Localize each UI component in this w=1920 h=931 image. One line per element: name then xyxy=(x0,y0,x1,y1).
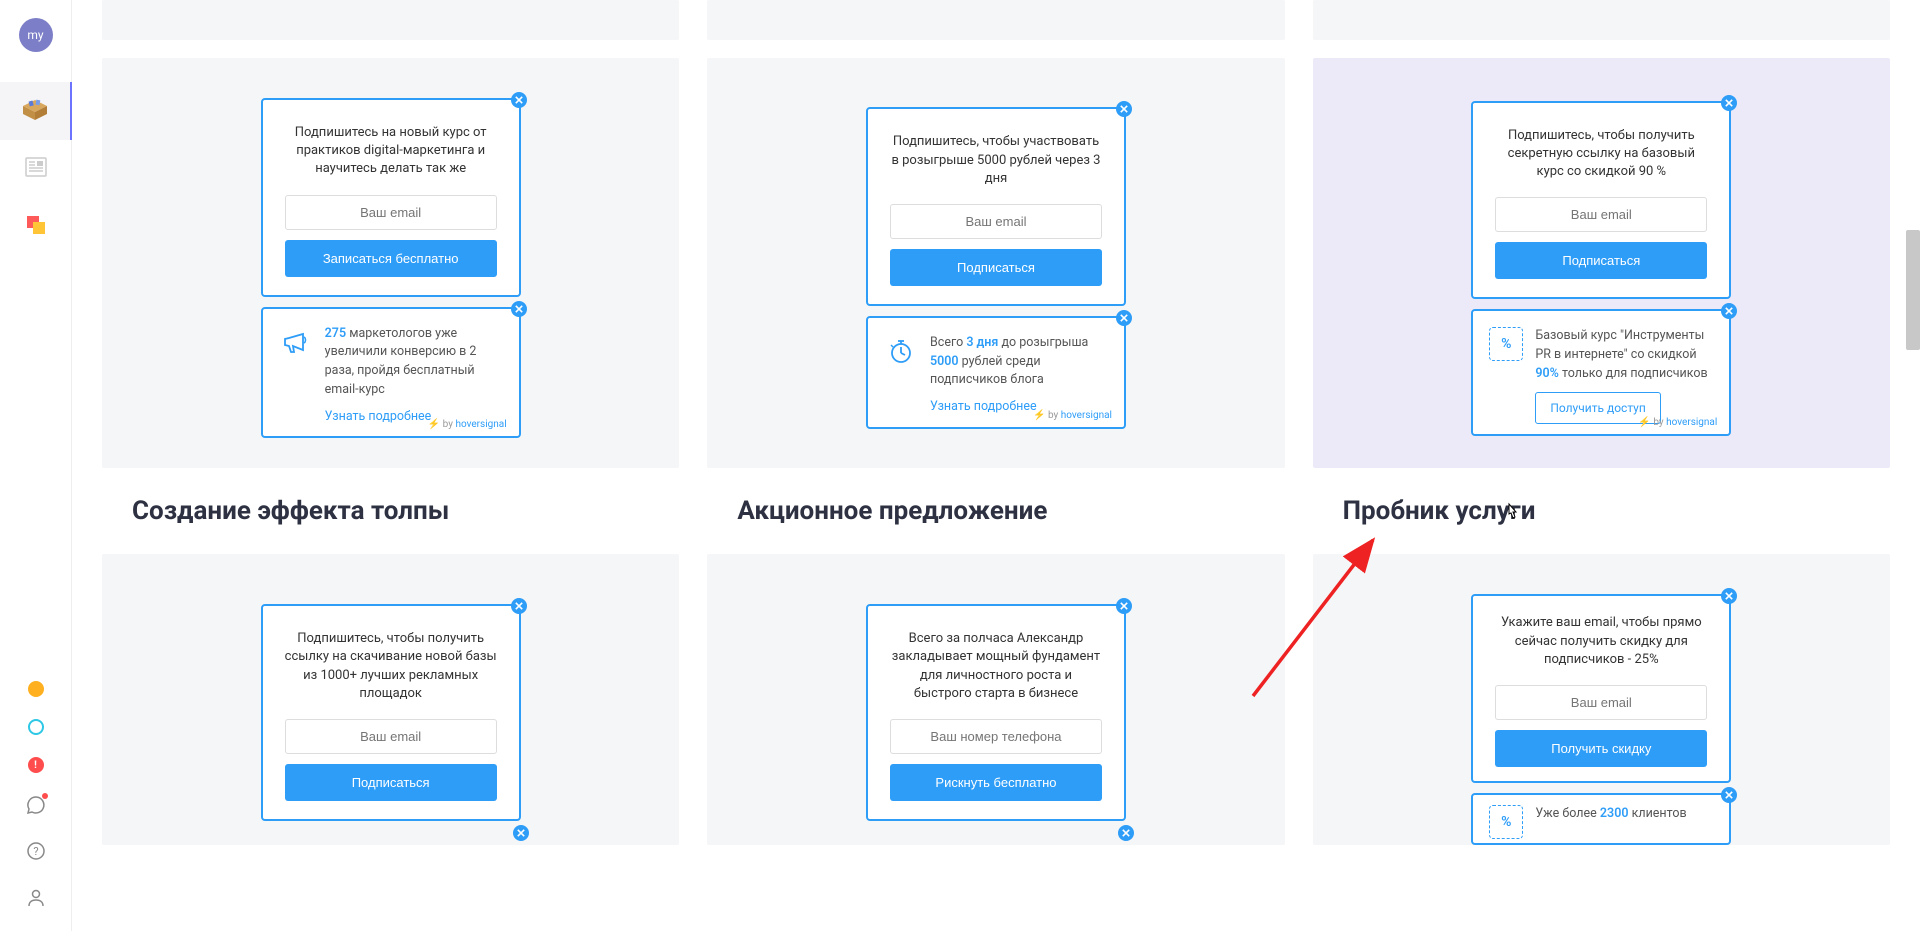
cta-button[interactable]: Получить скидку xyxy=(1495,730,1707,767)
chat-icon[interactable] xyxy=(26,795,46,819)
title-promo: Акционное предложение xyxy=(707,496,1284,526)
notif-body: 275 маркетологов уже увеличили конверсию… xyxy=(325,325,503,427)
example-row2-mid: Всего за полчаса Александр закладывает м… xyxy=(707,554,1284,845)
close-icon[interactable] xyxy=(1118,825,1134,841)
popup-headline: Укажите ваш email, чтобы прямо сейчас по… xyxy=(1495,614,1707,669)
example-row2-right: Укажите ваш email, чтобы прямо сейчас по… xyxy=(1313,554,1890,845)
popup-trial: Подпишитесь, чтобы получить секретную сс… xyxy=(1471,101,1731,300)
close-icon[interactable] xyxy=(1721,95,1737,111)
cta-button[interactable]: Записаться бесплатно xyxy=(285,240,497,277)
user-icon[interactable] xyxy=(26,887,46,911)
megaphone-icon xyxy=(279,325,313,359)
svg-text:?: ? xyxy=(33,845,38,858)
percent-icon: % xyxy=(1489,805,1523,839)
notif-body: Базовый курс "Инструменты PR в интернете… xyxy=(1535,327,1713,423)
example-crowd: Подпишитесь на новый курс от практиков d… xyxy=(102,58,679,468)
nav-item-shapes[interactable] xyxy=(0,198,72,256)
avatar-label: my xyxy=(27,28,43,42)
close-icon[interactable] xyxy=(1721,303,1737,319)
sidebar: my ! ? xyxy=(0,0,72,931)
popup-headline: Подпишитесь, чтобы участвовать в розыгры… xyxy=(890,133,1102,188)
popup-headline: Всего за полчаса Александр закладывает м… xyxy=(890,630,1102,703)
title-trial: Пробник услуги xyxy=(1313,496,1890,526)
brand-link[interactable]: hoversignal xyxy=(1061,410,1112,421)
brand-link[interactable]: hoversignal xyxy=(455,419,506,430)
popup-row2-mid: Всего за полчаса Александр закладывает м… xyxy=(866,604,1126,821)
phone-input[interactable] xyxy=(890,719,1102,754)
close-icon[interactable] xyxy=(511,301,527,317)
email-input[interactable] xyxy=(285,195,497,230)
popup-crowd: Подпишитесь на новый курс от практиков d… xyxy=(261,98,521,297)
nav-item-news[interactable] xyxy=(0,140,72,198)
popup-headline: Подпишитесь на новый курс от практиков d… xyxy=(285,124,497,179)
example-trial[interactable]: Подпишитесь, чтобы получить секретную сс… xyxy=(1313,58,1890,468)
cta-button[interactable]: Подписаться xyxy=(890,249,1102,286)
nav-item-box[interactable] xyxy=(0,82,72,140)
close-icon[interactable] xyxy=(1116,310,1132,326)
notif-link[interactable]: Узнать подробнее xyxy=(930,398,1037,417)
example-row2-left: Подпишитесь, чтобы получить ссылку на ск… xyxy=(102,554,679,845)
bolt-icon: ⚡ xyxy=(1033,410,1045,421)
email-input[interactable] xyxy=(1495,685,1707,720)
status-dot-orange[interactable] xyxy=(28,681,44,697)
close-icon[interactable] xyxy=(1116,101,1132,117)
example-promo: Подпишитесь, чтобы участвовать в розыгры… xyxy=(707,58,1284,468)
email-input[interactable] xyxy=(890,204,1102,239)
notif-body: Уже более 2300 клиентов xyxy=(1535,805,1713,839)
notif-text: маркетологов уже увеличили конверсию в 2… xyxy=(325,326,477,397)
bolt-icon: ⚡ xyxy=(1638,417,1650,428)
brand-label: ⚡ by hoversignal xyxy=(1033,410,1112,421)
notif-crowd: 275 маркетологов уже увеличили конверсию… xyxy=(261,307,521,439)
grid-cell-top-3 xyxy=(1313,0,1890,40)
popup-row2-left: Подпишитесь, чтобы получить ссылку на ск… xyxy=(261,604,521,821)
status-circle-blue[interactable] xyxy=(28,719,44,735)
close-icon[interactable] xyxy=(511,92,527,108)
grid-cell-top-2 xyxy=(707,0,1284,40)
close-icon[interactable] xyxy=(513,825,529,841)
notif-row2-right: % Уже более 2300 клиентов xyxy=(1471,793,1731,845)
title-crowd: Создание эффекта толпы xyxy=(102,496,679,526)
shapes-icon xyxy=(25,214,47,240)
notif-link[interactable]: Узнать подробнее xyxy=(325,408,432,427)
help-icon[interactable]: ? xyxy=(26,841,46,865)
notif-promo: Всего 3 дня до розыгрыша 5000 рублей сре… xyxy=(866,316,1126,429)
close-icon[interactable] xyxy=(511,598,527,614)
close-icon[interactable] xyxy=(1721,787,1737,803)
stopwatch-icon xyxy=(884,334,918,368)
notif-body: Всего 3 дня до розыгрыша 5000 рублей сре… xyxy=(930,334,1108,417)
box-icon xyxy=(21,98,49,124)
brand-link[interactable]: hoversignal xyxy=(1666,417,1717,428)
percent-icon: % xyxy=(1489,327,1523,361)
notif-trial: % Базовый курс "Инструменты PR в интерне… xyxy=(1471,309,1731,435)
avatar[interactable]: my xyxy=(19,18,53,52)
scrollbar-thumb[interactable] xyxy=(1906,230,1920,350)
email-input[interactable] xyxy=(1495,197,1707,232)
popup-row2-right: Укажите ваш email, чтобы прямо сейчас по… xyxy=(1471,594,1731,783)
popup-headline: Подпишитесь, чтобы получить секретную сс… xyxy=(1495,127,1707,182)
brand-label: ⚡ by hoversignal xyxy=(1638,417,1717,428)
cta-button[interactable]: Подписаться xyxy=(285,764,497,801)
popup-promo: Подпишитесь, чтобы участвовать в розыгры… xyxy=(866,107,1126,306)
notif-count: 275 xyxy=(325,326,346,341)
brand-label: ⚡ by hoversignal xyxy=(428,419,507,430)
close-icon[interactable] xyxy=(1116,598,1132,614)
main-content: Подпишитесь на новый курс от практиков d… xyxy=(72,0,1920,885)
news-icon xyxy=(25,157,47,181)
grid-cell-top-1 xyxy=(102,0,679,40)
cta-button[interactable]: Рискнуть бесплатно xyxy=(890,764,1102,801)
email-input[interactable] xyxy=(285,719,497,754)
close-icon[interactable] xyxy=(1721,588,1737,604)
bolt-icon: ⚡ xyxy=(428,419,440,430)
status-dot-red[interactable]: ! xyxy=(28,757,44,773)
cta-button[interactable]: Подписаться xyxy=(1495,242,1707,279)
popup-headline: Подпишитесь, чтобы получить ссылку на ск… xyxy=(285,630,497,703)
